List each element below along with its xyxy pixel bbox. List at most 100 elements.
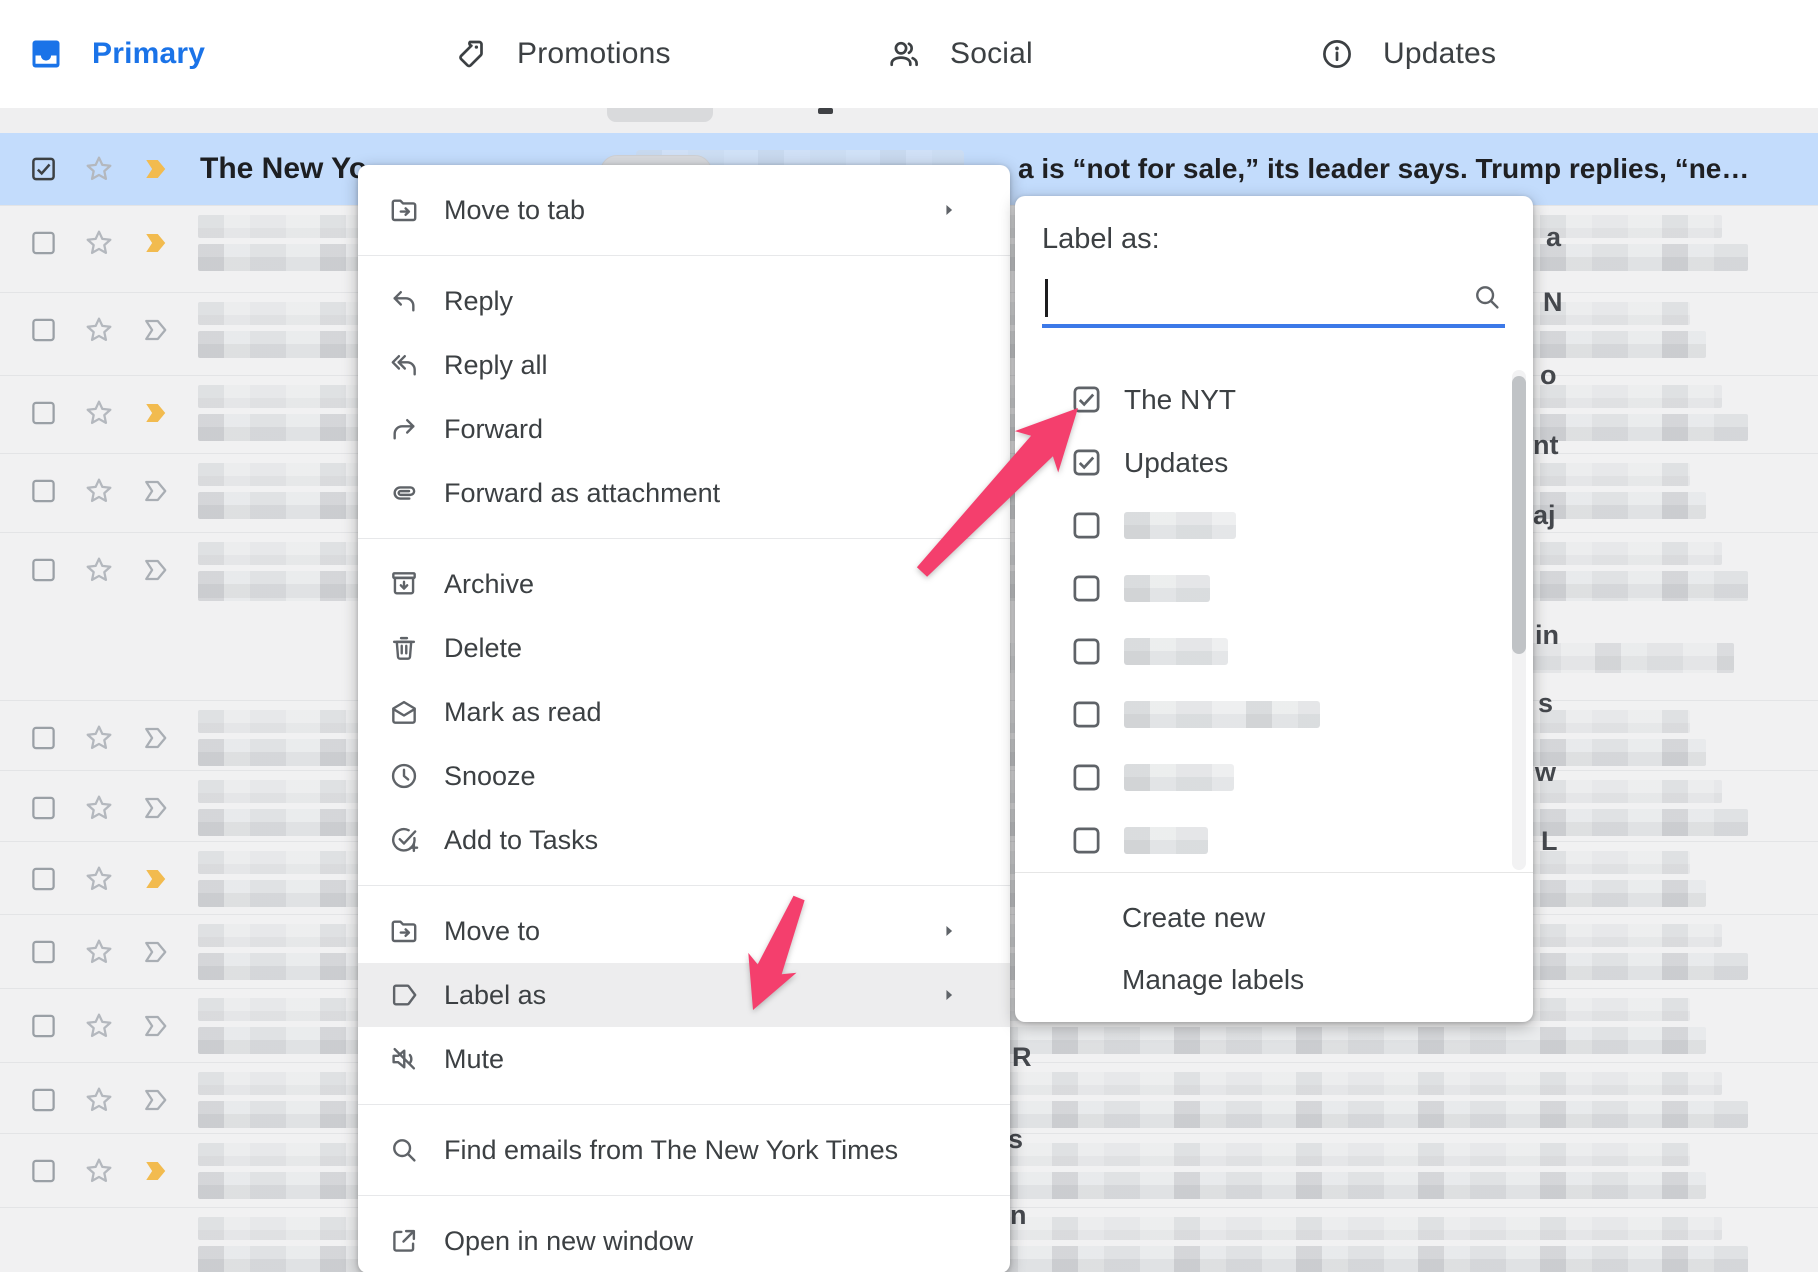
star-icon[interactable] <box>82 1083 116 1117</box>
label-item-redacted[interactable] <box>1015 683 1533 746</box>
email-checkbox[interactable] <box>30 317 57 344</box>
menu-item-mark-as-read[interactable]: Mark as read <box>358 680 1010 744</box>
redaction-fragment: R <box>1012 1042 1032 1073</box>
redaction-fragment: s <box>1538 688 1553 719</box>
checkbox-icon[interactable] <box>1071 699 1102 730</box>
search-icon <box>1471 281 1503 313</box>
menu-item-reply-all[interactable]: Reply all <box>358 333 1010 397</box>
redaction-fragment: w <box>1535 757 1556 788</box>
importance-marker-icon[interactable] <box>142 1085 172 1115</box>
move-to-icon <box>388 915 420 947</box>
checkbox-checked-icon[interactable] <box>1071 447 1102 478</box>
checkbox-icon[interactable] <box>1071 510 1102 541</box>
menu-item-add-to-tasks[interactable]: Add to Tasks <box>358 808 1010 872</box>
importance-marker-icon[interactable] <box>142 1156 172 1186</box>
menu-item-open-in-new-window[interactable]: Open in new window <box>358 1209 1010 1272</box>
menu-item-label-as[interactable]: Label as <box>358 963 1010 1027</box>
row-controls <box>0 533 200 607</box>
label-list-scrollbar-thumb[interactable] <box>1512 376 1526 654</box>
email-checkbox[interactable] <box>30 400 57 427</box>
menu-item-archive[interactable]: Archive <box>358 552 1010 616</box>
tab-label: Promotions <box>517 37 671 71</box>
importance-marker-icon[interactable] <box>142 864 172 894</box>
redaction-fragment: N <box>1543 287 1563 318</box>
label-search-input[interactable] <box>1050 278 1461 320</box>
email-checkbox[interactable] <box>30 1013 57 1040</box>
menu-item-mute[interactable]: Mute <box>358 1027 1010 1091</box>
email-checkbox[interactable] <box>30 1158 57 1185</box>
move-to-tab-icon <box>388 194 420 226</box>
star-icon[interactable] <box>82 313 116 347</box>
label-item-updates[interactable]: Updates <box>1015 431 1533 494</box>
checkbox-icon[interactable] <box>1071 825 1102 856</box>
tab-updates[interactable]: Updates <box>1299 0 1732 108</box>
star-icon[interactable] <box>82 396 116 430</box>
archive-icon <box>388 568 420 600</box>
info-icon <box>1319 36 1355 72</box>
email-checkbox[interactable] <box>30 478 57 505</box>
redaction-fragment: o <box>1540 360 1557 391</box>
menu-item-snooze[interactable]: Snooze <box>358 744 1010 808</box>
email-checkbox[interactable] <box>30 939 57 966</box>
tab-social[interactable]: Social <box>866 0 1299 108</box>
checkbox-icon[interactable] <box>1071 762 1102 793</box>
star-icon[interactable] <box>82 152 116 186</box>
label-item-redacted[interactable] <box>1015 809 1533 872</box>
label-item-the-nyt[interactable]: The NYT <box>1015 368 1533 431</box>
importance-marker-icon[interactable] <box>142 793 172 823</box>
create-new-button[interactable]: Create new <box>1015 887 1533 949</box>
tab-bar: Primary Promotions Social Updates <box>0 0 1818 108</box>
email-checkbox[interactable] <box>30 557 57 584</box>
menu-item-move-to[interactable]: Move to <box>358 899 1010 963</box>
importance-marker-icon[interactable] <box>142 315 172 345</box>
label-item-redacted[interactable] <box>1015 557 1533 620</box>
label-item-redacted[interactable] <box>1015 746 1533 809</box>
star-icon[interactable] <box>82 862 116 896</box>
star-icon[interactable] <box>82 1154 116 1188</box>
menu-item-move-to-tab[interactable]: Move to tab <box>358 178 1010 242</box>
tab-primary[interactable]: Primary <box>0 0 433 108</box>
row-controls <box>0 771 200 845</box>
redaction-fragment: in <box>1535 620 1559 651</box>
importance-marker-icon[interactable] <box>142 1011 172 1041</box>
email-checkbox[interactable] <box>30 866 57 893</box>
manage-labels-button[interactable]: Manage labels <box>1015 949 1533 1011</box>
star-icon[interactable] <box>82 226 116 260</box>
snooze-icon <box>388 760 420 792</box>
email-checkbox[interactable] <box>30 795 57 822</box>
label-icon <box>388 979 420 1011</box>
email-checkbox[interactable] <box>30 230 57 257</box>
menu-item-reply[interactable]: Reply <box>358 269 1010 333</box>
importance-marker-icon[interactable] <box>142 476 172 506</box>
star-icon[interactable] <box>82 553 116 587</box>
menu-item-find-emails-from-the-new-york-times[interactable]: Find emails from The New York Times <box>358 1118 1010 1182</box>
importance-marker-icon[interactable] <box>142 228 172 258</box>
importance-marker-icon[interactable] <box>142 398 172 428</box>
star-icon[interactable] <box>82 474 116 508</box>
menu-item-forward[interactable]: Forward <box>358 397 1010 461</box>
menu-item-forward-as-attachment[interactable]: Forward as attachment <box>358 461 1010 525</box>
star-icon[interactable] <box>82 791 116 825</box>
checkbox-icon[interactable] <box>1071 573 1102 604</box>
checkbox-checked-icon[interactable] <box>1071 384 1102 415</box>
importance-marker-icon[interactable] <box>142 555 172 585</box>
importance-marker-icon[interactable] <box>142 154 172 184</box>
star-icon[interactable] <box>82 1009 116 1043</box>
star-icon[interactable] <box>82 935 116 969</box>
checkbox-icon[interactable] <box>1071 636 1102 667</box>
submenu-arrow-icon <box>938 920 960 942</box>
star-icon[interactable] <box>82 721 116 755</box>
tab-label: Social <box>950 37 1033 71</box>
menu-item-delete[interactable]: Delete <box>358 616 1010 680</box>
importance-marker-icon[interactable] <box>142 723 172 753</box>
forward-icon <box>388 413 420 445</box>
email-checkbox[interactable] <box>30 156 57 183</box>
divider <box>358 885 1010 886</box>
email-checkbox[interactable] <box>30 725 57 752</box>
row-controls <box>0 293 200 367</box>
importance-marker-icon[interactable] <box>142 937 172 967</box>
label-item-redacted[interactable] <box>1015 620 1533 683</box>
tab-promotions[interactable]: Promotions <box>433 0 866 108</box>
label-item-redacted[interactable] <box>1015 494 1533 557</box>
email-checkbox[interactable] <box>30 1087 57 1114</box>
